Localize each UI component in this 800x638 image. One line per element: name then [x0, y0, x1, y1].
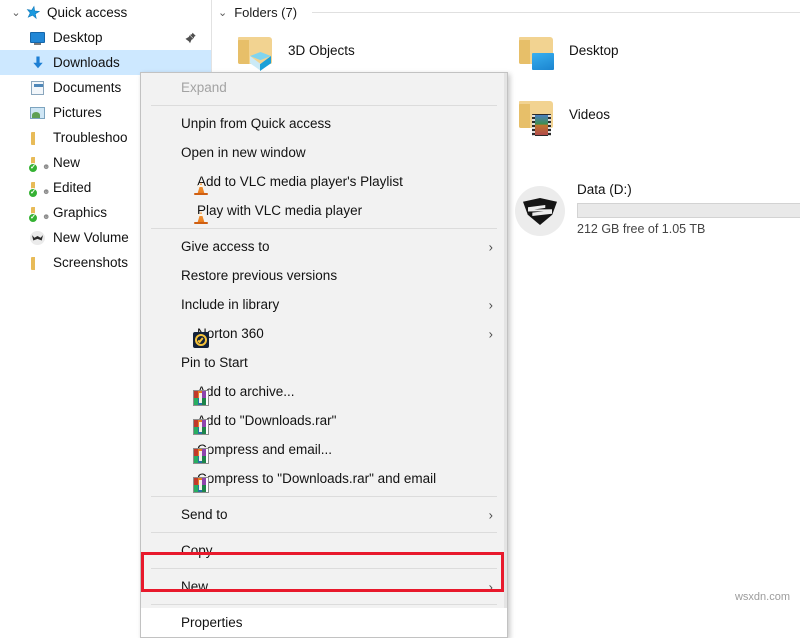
file-tile-label: Desktop — [569, 43, 619, 58]
menu-separator — [151, 604, 497, 605]
menu-item-compress-and-email[interactable]: Compress and email... — [141, 435, 507, 464]
folder-icon — [30, 255, 46, 271]
drive-item-data-d[interactable]: Data (D:) 212 GB free of 1.05 TB — [515, 182, 800, 240]
tree-item-label: Downloads — [53, 55, 120, 70]
file-tile[interactable]: 3D Objects — [234, 26, 355, 74]
menu-item-compress-to-downloads-rar-and-email[interactable]: Compress to "Downloads.rar" and email — [141, 464, 507, 493]
chevron-down-icon[interactable]: ⌄ — [218, 6, 227, 19]
file-tile-label: 3D Objects — [288, 43, 355, 58]
tree-item-label: New — [53, 155, 80, 170]
menu-item-label: Add to VLC media player's Playlist — [197, 174, 403, 189]
tree-item-label: Documents — [53, 80, 121, 95]
menu-item-label: Compress and email... — [197, 442, 332, 457]
drive-capacity-label: 212 GB free of 1.05 TB — [577, 222, 705, 236]
tree-item-label: Graphics — [53, 205, 107, 220]
menu-item-restore-previous-versions[interactable]: Restore previous versions — [141, 261, 507, 290]
menu-separator — [151, 105, 497, 106]
chevron-right-icon: › — [489, 327, 493, 340]
star-icon — [24, 5, 40, 21]
folder-icon — [30, 130, 46, 146]
synced-folder-icon: ✓☻ — [30, 155, 46, 171]
menu-item-label: Copy — [181, 543, 213, 558]
context-menu[interactable]: Expand Unpin from Quick access Open in new… — [140, 72, 508, 638]
synced-folder-icon: ✓☻ — [30, 180, 46, 196]
file-tile-label: Videos — [569, 107, 610, 122]
menu-item-label: Play with VLC media player — [197, 203, 362, 218]
pin-icon[interactable] — [184, 31, 197, 44]
group-header-rule — [312, 12, 800, 13]
download-arrow-icon — [30, 55, 46, 71]
superman-drive-icon — [515, 186, 565, 236]
group-header-folders[interactable]: ⌄ Folders (7) — [218, 3, 297, 21]
file-tile[interactable]: Videos — [515, 90, 610, 138]
vlc-cone-icon — [193, 180, 209, 196]
menu-item-label: Send to — [181, 507, 228, 522]
menu-item-label: Give access to — [181, 239, 270, 254]
tree-item-desktop[interactable]: Desktop — [0, 25, 211, 50]
menu-item-label: Include in library — [181, 297, 279, 312]
group-header-label: Folders (7) — [234, 5, 297, 20]
menu-item-give-access-to[interactable]: Give access to › — [141, 232, 507, 261]
menu-item-include-in-library[interactable]: Include in library › — [141, 290, 507, 319]
tree-item-label: New Volume — [53, 230, 129, 245]
synced-folder-icon: ✓☻ — [30, 205, 46, 221]
menu-item-label: Add to "Downloads.rar" — [197, 413, 336, 428]
menu-item-open-in-new-window[interactable]: Open in new window — [141, 138, 507, 167]
folder-desktop-icon — [515, 28, 559, 72]
menu-item-label: New — [181, 579, 208, 594]
winrar-icon — [193, 477, 209, 493]
menu-item-label: Unpin from Quick access — [181, 116, 331, 131]
menu-item-add-to-archive[interactable]: Add to archive... — [141, 377, 507, 406]
menu-item-properties[interactable]: Properties — [141, 608, 507, 637]
tree-item-label: Desktop — [53, 30, 103, 45]
tree-item-quick-access[interactable]: ⌄ Quick access — [0, 0, 211, 25]
menu-item-add-to-downloads-rar[interactable]: Add to "Downloads.rar" — [141, 406, 507, 435]
file-tile[interactable]: Desktop — [515, 26, 619, 74]
menu-item-add-to-vlc-media-player-s-playlist[interactable]: Add to VLC media player's Playlist — [141, 167, 507, 196]
menu-item-label: Properties — [181, 615, 243, 630]
pictures-icon — [30, 105, 46, 121]
menu-item-copy[interactable]: Copy — [141, 536, 507, 565]
vlc-cone-icon — [193, 209, 209, 225]
folder-videos-icon — [515, 92, 559, 136]
menu-item-label: Pin to Start — [181, 355, 248, 370]
menu-item-expand: Expand — [141, 73, 507, 102]
norton-shield-icon — [193, 332, 209, 348]
tree-item-label: Edited — [53, 180, 91, 195]
menu-item-unpin-from-quick-access[interactable]: Unpin from Quick access — [141, 109, 507, 138]
menu-item-label: Restore previous versions — [181, 268, 337, 283]
desktop-monitor-icon — [30, 30, 46, 46]
chevron-down-icon[interactable]: ⌄ — [8, 6, 24, 19]
chevron-right-icon: › — [489, 508, 493, 521]
chevron-right-icon: › — [489, 580, 493, 593]
documents-icon — [30, 80, 46, 96]
menu-item-new[interactable]: New › — [141, 572, 507, 601]
menu-item-label: Add to archive... — [197, 384, 295, 399]
menu-item-label: Compress to "Downloads.rar" and email — [197, 471, 436, 486]
menu-separator — [151, 532, 497, 533]
drive-volume-icon — [30, 230, 46, 246]
chevron-right-icon: › — [489, 240, 493, 253]
tree-item-label: Pictures — [53, 105, 102, 120]
menu-item-pin-to-start[interactable]: Pin to Start — [141, 348, 507, 377]
menu-separator — [151, 568, 497, 569]
tree-item-label: Troubleshoo — [53, 130, 128, 145]
menu-item-send-to[interactable]: Send to › — [141, 500, 507, 529]
winrar-icon — [193, 419, 209, 435]
winrar-icon — [193, 390, 209, 406]
menu-item-label: Expand — [181, 80, 227, 95]
winrar-icon — [193, 448, 209, 464]
chevron-right-icon: › — [489, 298, 493, 311]
menu-separator — [151, 496, 497, 497]
tree-item-label: Screenshots — [53, 255, 128, 270]
drive-name-label: Data (D:) — [577, 182, 632, 197]
folder-3d-objects-icon — [234, 28, 278, 72]
menu-item-label: Open in new window — [181, 145, 306, 160]
menu-separator — [151, 228, 497, 229]
menu-item-norton-360[interactable]: Norton 360› — [141, 319, 507, 348]
watermark: wsxdn.com — [735, 591, 790, 603]
tree-item-label: Quick access — [47, 5, 127, 20]
menu-item-play-with-vlc-media-player[interactable]: Play with VLC media player — [141, 196, 507, 225]
drive-capacity-bar — [577, 203, 800, 218]
